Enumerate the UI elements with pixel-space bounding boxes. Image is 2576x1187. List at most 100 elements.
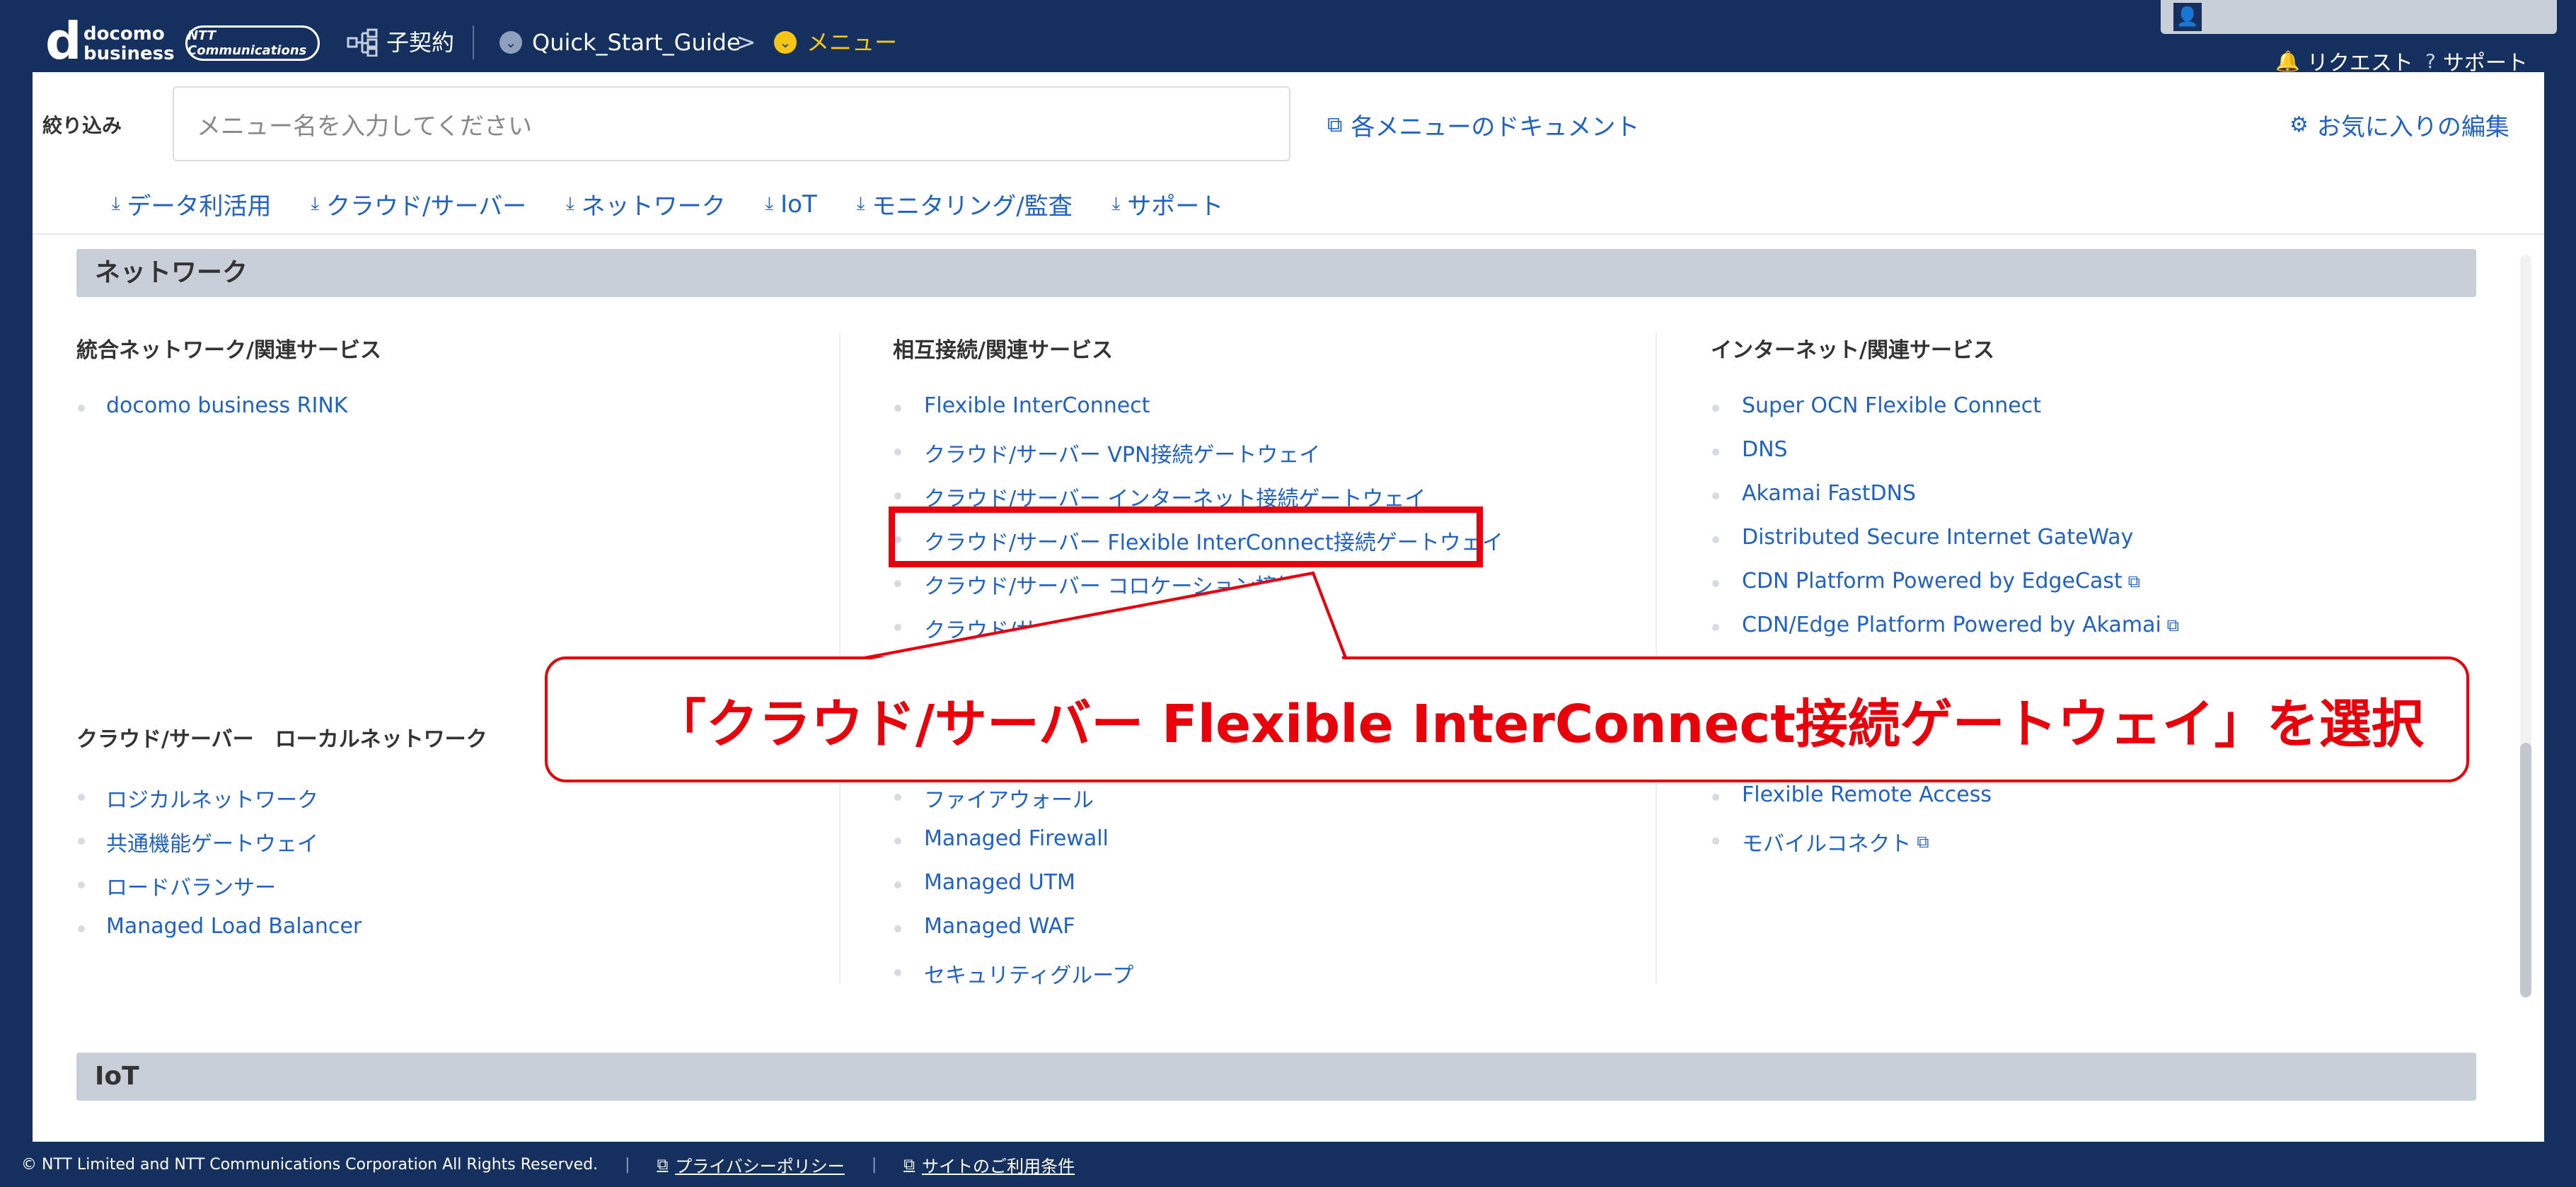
list-bullet — [78, 881, 85, 888]
filter-label: 絞り込み — [42, 114, 122, 137]
list-bullet — [894, 448, 901, 456]
list-bullet — [894, 405, 901, 412]
menu-item-managed-firewall[interactable]: Managed Firewall — [924, 826, 1109, 851]
menu-item-rink[interactable]: docomo business RINK — [106, 393, 347, 418]
annotation-callout: 「クラウド/サーバー Flexible InterConnect接続ゲートウェイ… — [545, 656, 2469, 782]
menu-panel — [33, 72, 2544, 1142]
contract-switch[interactable]: 子契約 — [347, 28, 454, 57]
menu-item-flexible-interconnect[interactable]: Flexible InterConnect — [924, 393, 1150, 418]
menu-item-mobile-connect[interactable]: モバイルコネクト ⧉ — [1742, 826, 1929, 857]
list-bullet — [78, 925, 85, 932]
list-bullet — [894, 492, 901, 499]
list-bullet — [1712, 838, 1719, 845]
footer: © NTT Limited and NTT Communications Cor… — [0, 1142, 2576, 1187]
chevron-down-icon: ⌄ — [499, 31, 522, 54]
menu-item-load-balancer[interactable]: ロードバランサー — [106, 870, 276, 901]
list-bullet — [894, 580, 901, 587]
user-icon: 👤 — [2173, 3, 2202, 31]
external-link-icon: ⧉ — [657, 1155, 669, 1174]
category-tab-iot[interactable]: ⤓ IoT — [766, 187, 817, 221]
breadcrumb-quick-start[interactable]: ⌄ Quick_Start_Guide — [499, 28, 741, 57]
category-tab-network[interactable]: ⤓ ネットワーク — [566, 187, 726, 221]
menu-item-managed-utm[interactable]: Managed UTM — [924, 870, 1075, 895]
footer-divider: | — [625, 1155, 630, 1174]
column-title-local-network: クラウド/サーバー ローカルネットワーク — [76, 727, 487, 752]
jump-down-icon: ⤓ — [566, 193, 574, 214]
menu-item-cdn-akamai[interactable]: CDN/Edge Platform Powered by Akamai ⧉ — [1742, 613, 2179, 637]
category-tab-cloud[interactable]: ⤓ クラウド/サーバー — [311, 187, 527, 221]
copyright-text: © NTT Limited and NTT Communications Cor… — [21, 1155, 599, 1174]
chevron-down-icon: ⌄ — [774, 31, 797, 54]
list-bullet — [894, 925, 901, 932]
menu-search-input[interactable]: メニュー名を入力してください — [173, 86, 1290, 161]
menu-item-firewall[interactable]: ファイアウォール — [924, 782, 1094, 813]
list-bullet — [1712, 448, 1719, 456]
edit-favorites-link[interactable]: ⚙ お気に入りの編集 — [2289, 108, 2509, 142]
column-title-integrated-network: 統合ネットワーク/関連サービス — [76, 338, 381, 363]
menu-item-vpn-gateway[interactable]: クラウド/サーバー VPN接続ゲートウェイ — [924, 437, 1320, 468]
list-bullet — [894, 969, 901, 976]
jump-down-icon: ⤓ — [765, 193, 774, 214]
ntt-communications-logo: NTT Communications — [185, 25, 320, 61]
list-bullet — [1712, 492, 1719, 499]
list-bullet — [1712, 580, 1719, 587]
external-link-icon: ⧉ — [903, 1155, 915, 1174]
external-link-icon: ⧉ — [2127, 571, 2140, 591]
category-tab-data[interactable]: ⤓ データ利活用 — [112, 187, 272, 221]
external-link-icon: ⧉ — [1917, 832, 1929, 852]
terms-of-use-link[interactable]: ⧉ サイトのご利用条件 — [903, 1152, 1075, 1177]
menu-item-cdn-edgecast[interactable]: CDN Platform Powered by EdgeCast ⧉ — [1742, 569, 2140, 594]
list-bullet — [894, 624, 901, 631]
jump-down-icon: ⤓ — [856, 193, 865, 214]
privacy-policy-link[interactable]: ⧉ プライバシーポリシー — [657, 1152, 845, 1177]
top-bar: d docomo business NTT Communications 子契約… — [0, 0, 2576, 76]
list-bullet — [78, 794, 85, 801]
docomo-business-wordmark: docomo business — [83, 23, 175, 64]
section-iot-header: IoT — [76, 1053, 2476, 1101]
topbar-divider — [473, 25, 474, 59]
list-bullet — [894, 838, 901, 845]
org-tree-icon — [347, 28, 378, 57]
footer-divider: | — [871, 1155, 877, 1174]
menu-item-managed-lb[interactable]: Managed Load Balancer — [106, 914, 362, 939]
bell-icon: 🔔 — [2275, 49, 2300, 73]
user-account-box[interactable]: 👤 — [2161, 0, 2557, 34]
menu-item-logical-network[interactable]: ロジカルネットワーク — [106, 782, 318, 813]
column-title-interconnect: 相互接続/関連サービス — [893, 338, 1113, 363]
column-title-internet: インターネット/関連サービス — [1711, 338, 1994, 363]
section-network-header: ネットワーク — [76, 249, 2476, 297]
scrollbar-thumb[interactable] — [2520, 743, 2531, 997]
list-bullet — [1712, 405, 1719, 412]
menu-item-super-ocn[interactable]: Super OCN Flexible Connect — [1742, 393, 2041, 418]
breadcrumb-menu[interactable]: ⌄ メニュー — [774, 28, 897, 57]
list-bullet — [78, 838, 85, 845]
category-tab-monitoring[interactable]: ⤓ モニタリング/監査 — [857, 187, 1073, 221]
gear-icon: ⚙ — [2289, 112, 2309, 137]
menu-item-colocation[interactable]: クラウド/サーバー コロケーション接続 — [924, 569, 1298, 600]
list-bullet — [1712, 624, 1719, 631]
jump-down-icon: ⤓ — [112, 193, 120, 214]
annotation-highlight-box — [889, 506, 1483, 567]
menu-item-secure-gateway[interactable]: Distributed Secure Internet GateWay — [1742, 525, 2133, 550]
menu-item-managed-waf[interactable]: Managed WAF — [924, 914, 1075, 939]
list-bullet — [78, 405, 85, 412]
menu-item-security-group[interactable]: セキュリティグループ — [924, 958, 1133, 989]
jump-down-icon: ⤓ — [1111, 193, 1121, 214]
menu-item-dns[interactable]: DNS — [1742, 437, 1788, 462]
menu-documents-link[interactable]: ⧉ 各メニューのドキュメント — [1327, 108, 1639, 142]
list-bullet — [1712, 536, 1719, 543]
document-icon: ⧉ — [1327, 112, 1343, 137]
list-bullet — [1712, 794, 1719, 801]
menu-item-akamai-fastdns[interactable]: Akamai FastDNS — [1742, 481, 1916, 506]
breadcrumb-separator: > — [736, 28, 756, 57]
list-bullet — [894, 881, 901, 888]
category-tabs: ⤓ データ利活用 ⤓ クラウド/サーバー ⤓ ネットワーク ⤓ IoT ⤓ モニタリング/… — [112, 187, 1223, 221]
help-icon: ? — [2425, 49, 2436, 73]
external-link-icon: ⧉ — [2166, 615, 2179, 635]
header-divider — [33, 233, 2544, 235]
menu-item-cloud-partial[interactable]: クラウド/サ — [924, 613, 1037, 644]
category-tab-support[interactable]: ⤓ サポート — [1112, 187, 1224, 221]
menu-item-remote-access[interactable]: Flexible Remote Access — [1742, 782, 1992, 807]
menu-item-common-gateway[interactable]: 共通機能ゲートウェイ — [106, 826, 318, 857]
docomo-business-logo[interactable]: d — [45, 16, 82, 66]
